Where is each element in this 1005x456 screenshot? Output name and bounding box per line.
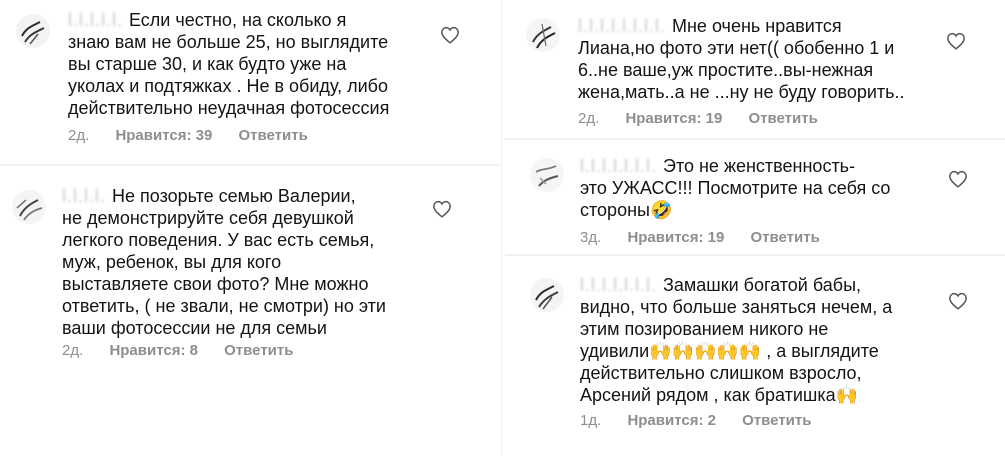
username[interactable]: l.l.l.l. <box>62 185 106 207</box>
avatar[interactable] <box>16 14 50 48</box>
comment-meta: 3д. Нравится: 19 Ответить <box>580 229 842 246</box>
reply-button[interactable]: Ответить <box>224 342 293 359</box>
comment-line: ваши фотосессии не для семьи <box>62 318 327 338</box>
like-heart-icon[interactable] <box>946 32 966 50</box>
comment-line: выставляете свои фото? Мне можно <box>62 274 369 294</box>
likes-count[interactable]: Нравится: 19 <box>627 229 724 246</box>
comment-meta: 2д. Нравится: 19 Ответить <box>578 110 840 127</box>
reply-button[interactable]: Ответить <box>750 229 819 246</box>
likes-count[interactable]: Нравится: 39 <box>115 127 212 144</box>
comment-line: не демонстрируйте себя девушкой <box>62 208 354 228</box>
comment-line: это УЖАСС!!! Посмотрите на себя со <box>580 178 891 198</box>
username[interactable]: l.l.l.l.l. <box>68 9 123 31</box>
comment-line: Если честно, на сколько я <box>129 10 347 30</box>
reply-button[interactable]: Ответить <box>238 127 307 144</box>
avatar-image <box>530 278 564 312</box>
comment-line: муж, ребенок, вы для кого <box>62 252 282 272</box>
column-divider <box>501 0 505 456</box>
comment-line: жена,мать..а не ...ну не буду говорить.. <box>578 82 905 102</box>
avatar[interactable] <box>530 278 564 312</box>
comment-line: Мне очень нравится <box>672 16 842 36</box>
comment-line: стороны🤣 <box>580 200 673 220</box>
avatar-image <box>530 158 564 192</box>
avatar-image <box>12 190 46 224</box>
comment-text: l.l.l.l.l.l.l. Это не женственность- это … <box>580 155 890 221</box>
comment-line: Лиана,но фото эти нет(( обобенно 1 и <box>578 38 895 58</box>
avatar-image <box>16 14 50 48</box>
comment-time: 1д. <box>580 412 602 429</box>
avatar[interactable] <box>530 158 564 192</box>
comment-line: ответить, ( не звали, не смотри) но эти <box>62 296 386 316</box>
comment-line: видно, что больше заняться нечем, а <box>580 297 893 317</box>
avatar[interactable] <box>12 190 46 224</box>
comment-line: Замашки богатой бабы, <box>663 275 862 295</box>
comment-time: 2д. <box>578 110 600 127</box>
like-heart-icon[interactable] <box>948 292 968 310</box>
comment-separator <box>505 254 1005 256</box>
comment-time: 3д. <box>580 229 602 246</box>
like-heart-icon[interactable] <box>440 26 460 44</box>
comment-line: действительно слишком взросло, <box>580 363 862 383</box>
username[interactable]: l.l.l.l.l.l.l. <box>580 274 657 296</box>
avatar-image <box>526 18 560 52</box>
comment-line: уколах и подтяжках . Не в обиду, либо <box>68 76 388 96</box>
comment-separator <box>505 138 1005 140</box>
comment-meta: 1д. Нравится: 2 Ответить <box>580 412 833 429</box>
comment-time: 2д. <box>68 127 90 144</box>
likes-count[interactable]: Нравится: 2 <box>627 412 716 429</box>
comment-line: легкого поведения. У вас есть семья, <box>62 230 375 250</box>
comment-meta: 2д. Нравится: 39 Ответить <box>68 127 330 144</box>
like-heart-icon[interactable] <box>432 200 452 218</box>
reply-button[interactable]: Ответить <box>748 110 817 127</box>
comment-line: этим позированием никого не <box>580 319 829 339</box>
username[interactable]: l.l.l.l.l.l.l.l. <box>578 15 666 37</box>
comment-line: Это не женственность- <box>663 156 856 176</box>
comment-line: удивили🙌🙌🙌🙌🙌 , а выглядите <box>580 341 879 361</box>
comment-line: знаю вам не больше 25, но выглядите <box>68 32 389 52</box>
comment-line: действительно неудачная фотосессия <box>68 98 390 118</box>
username[interactable]: l.l.l.l.l.l.l. <box>580 155 657 177</box>
comment-text: l.l.l.l.l.l.l.l. Мне очень нравится Лиана… <box>578 15 905 103</box>
comment-separator <box>0 164 500 166</box>
comment-line: 6..не ваше,уж простите..вы-нежная <box>578 60 874 80</box>
comment-text: l.l.l.l. Не позорьте семью Валерии, не де… <box>62 185 386 339</box>
comment-time: 2д. <box>62 342 84 359</box>
comment-text: l.l.l.l.l. Если честно, на сколько я знаю… <box>68 9 389 119</box>
comment-text: l.l.l.l.l.l.l. Замашки богатой бабы, видн… <box>580 274 892 406</box>
reply-button[interactable]: Ответить <box>742 412 811 429</box>
comment-line: Не позорьте семью Валерии, <box>112 186 356 206</box>
comment-meta: 2д. Нравится: 8 Ответить <box>62 342 315 359</box>
comment-line: Арсений рядом , как братишка🙌 <box>580 385 859 405</box>
likes-count[interactable]: Нравится: 8 <box>109 342 198 359</box>
avatar[interactable] <box>526 18 560 52</box>
likes-count[interactable]: Нравится: 19 <box>625 110 722 127</box>
like-heart-icon[interactable] <box>948 170 968 188</box>
comment-line: вы старше 30, и как будто уже на <box>68 54 347 74</box>
